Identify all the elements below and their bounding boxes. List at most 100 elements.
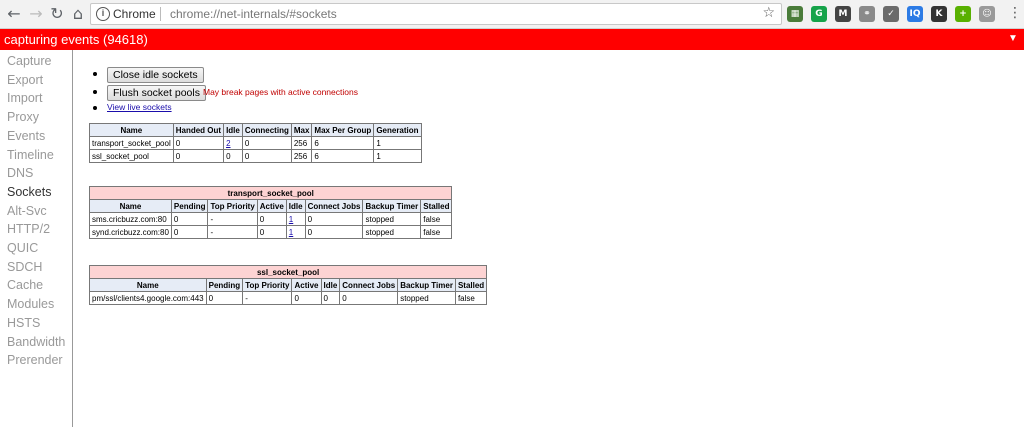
sidebar-item-bandwidth[interactable]: Bandwidth (7, 335, 65, 349)
sidebar-item-export[interactable]: Export (7, 73, 43, 87)
bullet-icon (93, 106, 97, 110)
sidebar-item-prerender[interactable]: Prerender (7, 353, 63, 367)
table-cell: 1 (373, 149, 422, 163)
table-cell: 0 (241, 136, 292, 150)
grammarly-icon[interactable]: G (811, 6, 827, 22)
url-text[interactable]: chrome://net-internals/#sockets (170, 7, 337, 21)
ssl-socket-pool-table: ssl_socket_pool Name Pending Top Priority Ac… (88, 265, 488, 305)
sidebar-item-sdch[interactable]: SDCH (7, 260, 42, 274)
column-header: Name (89, 278, 207, 292)
table-cell: 0 (320, 291, 341, 305)
table-cell: 0 (291, 291, 322, 305)
column-header: Max Per Group (311, 123, 375, 137)
table-cell: synd.cricbuzz.com:80 (89, 225, 172, 239)
table-cell: 0 (339, 291, 399, 305)
sidebar-item-sockets[interactable]: Sockets (7, 185, 51, 199)
sidebar-item-hsts[interactable]: HSTS (7, 316, 40, 330)
idle-count-link[interactable]: 1 (289, 228, 293, 237)
sidebar-item-events[interactable]: Events (7, 129, 45, 143)
table-cell: false (454, 291, 488, 305)
table-cell: - (207, 212, 258, 226)
column-header: Active (256, 199, 287, 213)
column-header: Max (290, 123, 313, 137)
table-cell: false (420, 212, 453, 226)
sidebar-item-http-2[interactable]: HTTP/2 (7, 222, 50, 236)
column-header: Name (89, 199, 172, 213)
column-header: Stalled (454, 278, 488, 292)
bookmark-star-icon[interactable]: ☆ (762, 5, 775, 21)
sidebar-item-timeline[interactable]: Timeline (7, 148, 54, 162)
column-header: Top Priority (242, 278, 293, 292)
column-header: Name (89, 123, 174, 137)
table-cell: ssl_socket_pool (89, 149, 174, 163)
sidebar-item-dns[interactable]: DNS (7, 166, 33, 180)
socket-pools-table: Name Handed Out Idle Connecting Max Max Per G… (89, 123, 422, 163)
table-cell: false (420, 225, 453, 239)
sidebar-item-cache[interactable]: Cache (7, 278, 43, 292)
table-cell: 6 (311, 149, 375, 163)
status-toggle-icon[interactable]: ▼ (1008, 33, 1018, 44)
forward-arrow-icon[interactable]: → (26, 4, 46, 24)
table-cell: 1 (285, 225, 306, 239)
table-row: synd.cricbuzz.com:80 0-0 1 0 stopped false (89, 225, 453, 239)
profile-avatar-icon[interactable]: ☺ (979, 6, 995, 22)
column-header: Backup Timer (397, 278, 456, 292)
column-header: Pending (205, 278, 244, 292)
table-cell: sms.cricbuzz.com:80 (89, 212, 172, 226)
table-row: transport_socket_pool 0 2 0 256 6 1 (89, 136, 422, 150)
bullet-icon (93, 72, 97, 76)
column-header: Idle (223, 123, 243, 137)
table-cell: - (207, 225, 258, 239)
info-icon[interactable]: i (96, 7, 110, 21)
table-cell: 1 (373, 136, 422, 150)
plus-extension-icon[interactable]: + (955, 6, 971, 22)
column-header: Stalled (420, 199, 453, 213)
table-cell: 0 (241, 149, 292, 163)
idle-count-link[interactable]: 2 (226, 139, 230, 148)
table-row: pm/ssl/clients4.google.com:443 0-0 0 0 stopp… (89, 291, 488, 305)
menu-dots-icon[interactable]: ⋮ (1008, 5, 1022, 21)
table-cell: 0 (205, 291, 244, 305)
column-header: Generation (373, 123, 422, 137)
sidebar-item-modules[interactable]: Modules (7, 297, 54, 311)
iq-extension-icon[interactable]: IQ (907, 6, 923, 22)
table-cell: 0 (304, 225, 364, 239)
omnibox-divider (160, 7, 161, 21)
flush-socket-pools-button[interactable]: Flush socket pools (107, 85, 206, 101)
reload-icon[interactable]: ↻ (47, 4, 67, 24)
sidebar-nav: Capture Export Import Proxy Events Timeline DN… (0, 50, 73, 427)
table-title-row: transport_socket_pool (88, 186, 453, 200)
pool-title: transport_socket_pool (88, 186, 453, 200)
sidebar-item-alt-svc[interactable]: Alt-Svc (7, 204, 47, 218)
view-live-sockets-link[interactable]: View live sockets (107, 102, 172, 112)
column-header: Idle (285, 199, 306, 213)
table-cell: 0 (223, 149, 243, 163)
camera-extension-icon[interactable]: ▦ (787, 6, 803, 22)
table-cell: stopped (362, 225, 422, 239)
address-bar[interactable]: i Chrome chrome://net-internals/#sockets… (90, 3, 782, 25)
table-cell: 256 (290, 136, 313, 150)
idle-count-link[interactable]: 1 (289, 215, 293, 224)
check-extension-icon[interactable]: ✓ (883, 6, 899, 22)
close-idle-sockets-button[interactable]: Close idle sockets (107, 67, 204, 83)
table-cell: 256 (290, 149, 313, 163)
column-header: Pending (170, 199, 209, 213)
link-extension-icon[interactable]: ⚭ (859, 6, 875, 22)
sidebar-item-proxy[interactable]: Proxy (7, 110, 39, 124)
back-arrow-icon[interactable]: ← (4, 4, 24, 24)
m-extension-icon[interactable]: M (835, 6, 851, 22)
sidebar-item-capture[interactable]: Capture (7, 54, 51, 68)
table-cell: pm/ssl/clients4.google.com:443 (89, 291, 207, 305)
k-extension-icon[interactable]: K (931, 6, 947, 22)
bullet-icon (93, 90, 97, 94)
sidebar-item-quic[interactable]: QUIC (7, 241, 38, 255)
table-cell: 0 (172, 149, 225, 163)
table-cell: - (242, 291, 293, 305)
home-icon[interactable]: ⌂ (68, 4, 88, 24)
column-header: Handed Out (172, 123, 225, 137)
table-cell: 0 (172, 136, 225, 150)
table-row: sms.cricbuzz.com:80 0-0 1 0 stopped false (89, 212, 453, 226)
table-header-row: Name Handed Out Idle Connecting Max Max Per G… (89, 123, 422, 137)
browser-toolbar: ← → ↻ ⌂ i Chrome chrome://net-internals/… (0, 0, 1024, 29)
sidebar-item-import[interactable]: Import (7, 91, 42, 105)
